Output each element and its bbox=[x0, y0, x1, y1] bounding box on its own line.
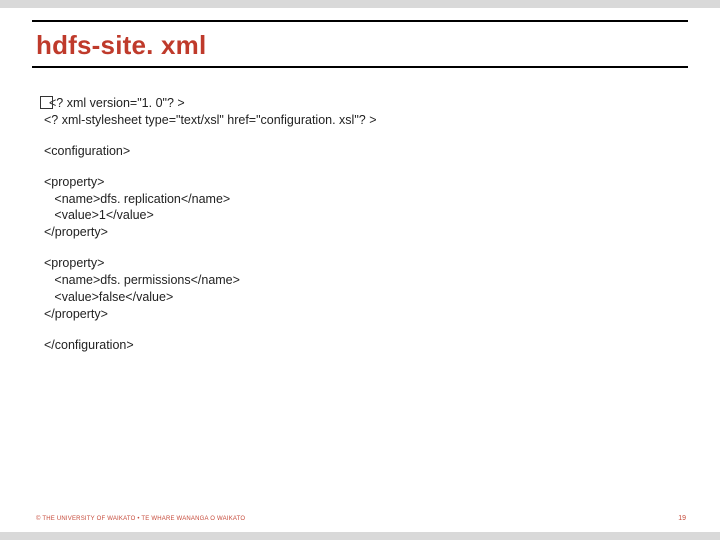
slide: hdfs-site. xml <? xml version="1. 0"? > … bbox=[0, 8, 720, 532]
xml-config-close: </configuration> bbox=[44, 337, 664, 354]
square-bullet-icon bbox=[40, 96, 53, 109]
rule-top bbox=[32, 20, 688, 22]
xml-decl-line: <? xml version="1. 0"? > bbox=[49, 96, 185, 110]
xml-stylesheet-line: <? xml-stylesheet type="text/xsl" href="… bbox=[44, 113, 377, 127]
xml-config-open: <configuration> bbox=[44, 143, 664, 160]
xml-property-1: <property> <name>dfs. replication</name>… bbox=[44, 174, 664, 242]
footer-copyright: © THE UNIVERSITY OF WAIKATO • TE WHARE W… bbox=[36, 516, 245, 522]
slide-title: hdfs-site. xml bbox=[36, 30, 206, 61]
rule-under-title bbox=[32, 66, 688, 68]
slide-body: <? xml version="1. 0"? > <? xml-styleshe… bbox=[44, 94, 664, 368]
xml-property-2: <property> <name>dfs. permissions</name>… bbox=[44, 255, 664, 323]
xml-declaration-block: <? xml version="1. 0"? > <? xml-styleshe… bbox=[44, 94, 664, 129]
page-number: 19 bbox=[678, 515, 686, 522]
